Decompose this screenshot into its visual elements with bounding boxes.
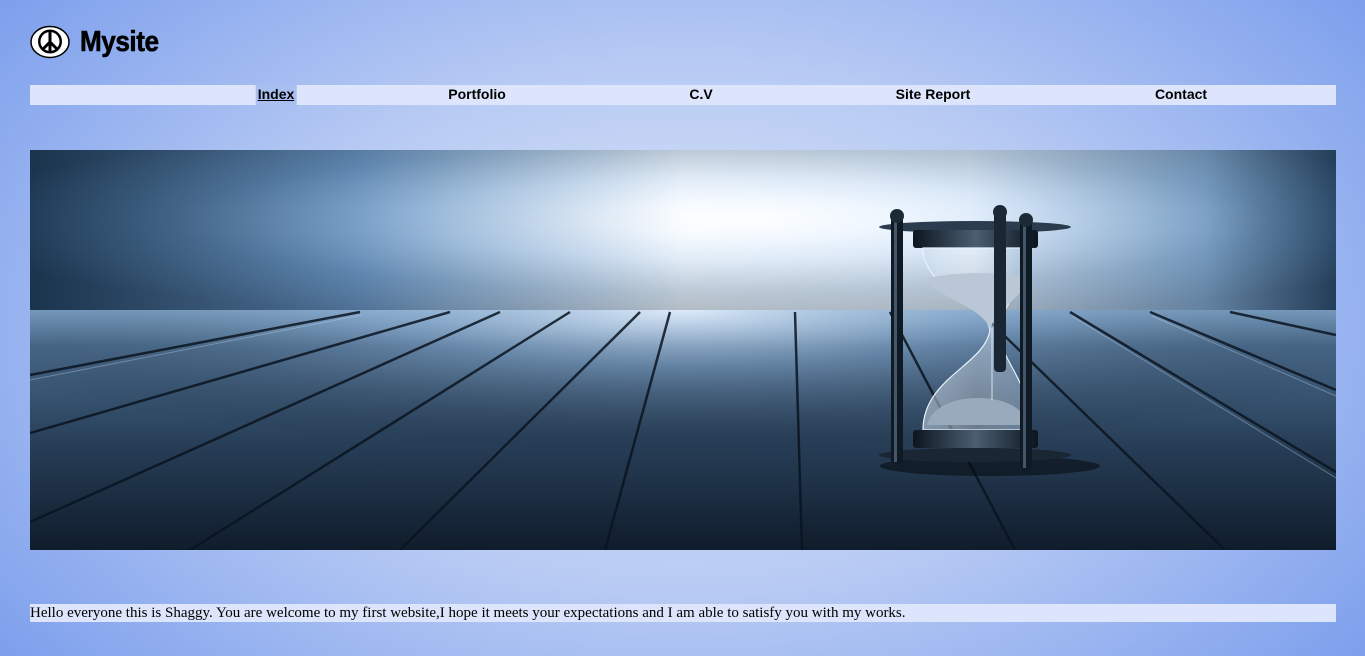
main-nav: Index Portfolio C.V Site Report Contact [30,85,1336,105]
site-header: Mysite [30,22,167,62]
nav-item-index[interactable]: Index [255,85,297,105]
hero-image [30,150,1336,550]
nav-item-contact[interactable]: Contact [1155,85,1207,105]
hourglass-image [30,150,1336,550]
nav-item-site-report[interactable]: Site Report [896,85,971,105]
intro-text: Hello everyone this is Shaggy. You are w… [30,604,1336,622]
site-title[interactable]: Mysite [80,25,160,59]
nav-item-portfolio[interactable]: Portfolio [448,85,506,105]
nav-item-cv[interactable]: C.V [689,85,712,105]
peace-sign-icon[interactable] [30,25,70,59]
